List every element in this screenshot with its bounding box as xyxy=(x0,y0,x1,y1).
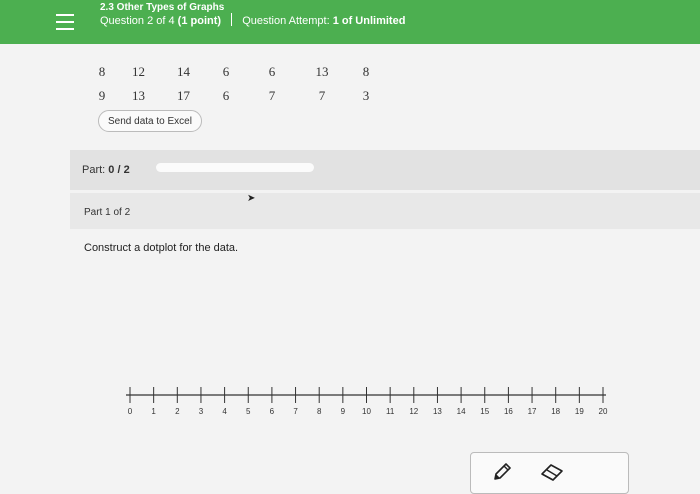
tick-label: 10 xyxy=(362,407,371,416)
tick-label: 8 xyxy=(317,407,322,416)
tick-label: 11 xyxy=(386,407,395,416)
tick-label: 2 xyxy=(175,407,180,416)
tick-label: 19 xyxy=(575,407,584,416)
eraser-icon[interactable] xyxy=(539,461,565,483)
tick-label: 9 xyxy=(341,407,346,416)
tick-label: 13 xyxy=(433,407,442,416)
tools-panel xyxy=(470,452,629,494)
tick-label: 15 xyxy=(480,407,489,416)
tick-label: 18 xyxy=(551,407,560,416)
pencil-icon[interactable] xyxy=(491,461,513,483)
tick-label: 14 xyxy=(457,407,466,416)
tick-label: 20 xyxy=(599,407,608,416)
tick-label: 17 xyxy=(528,407,537,416)
tick-label: 0 xyxy=(128,407,133,416)
tick-label: 5 xyxy=(246,407,251,416)
tick-label: 6 xyxy=(270,407,275,416)
tick-label: 1 xyxy=(151,407,156,416)
dotplot-number-line[interactable]: 0 1 2 3 4 5 6 7 8 9 10 11 12 13 14 15 16 17 18 19 20 xyxy=(0,0,700,487)
tick-label: 7 xyxy=(293,407,298,416)
tick-label: 16 xyxy=(504,407,513,416)
tick-label: 12 xyxy=(409,407,418,416)
tick-label: 3 xyxy=(199,407,204,416)
tick-label: 4 xyxy=(222,407,227,416)
